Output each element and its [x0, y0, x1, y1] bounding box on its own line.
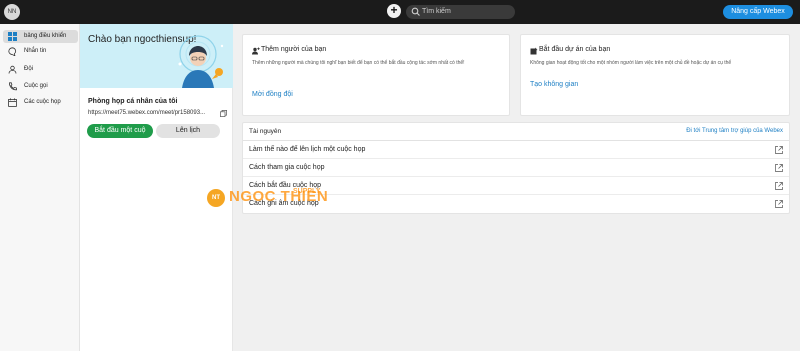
start-meeting-button[interactable]: Bắt đầu một cuộ [87, 124, 153, 138]
sidebar: bảng điều khiển Nhắn tin Đội Cuộc gọi Cá… [0, 24, 80, 351]
team-icon [8, 65, 17, 74]
add-people-card: Thêm người của bạn Thêm những người mà c… [242, 34, 510, 116]
sidebar-item-teams[interactable]: Đội [3, 63, 78, 76]
phone-icon [9, 82, 17, 91]
resource-row[interactable]: Cách ghi âm cuộc họp [243, 195, 789, 213]
personal-room-link[interactable]: https://meet75.webex.com/meet/pr158093..… [88, 110, 205, 116]
avatar[interactable]: NN [4, 4, 20, 20]
resource-label: Cách ghi âm cuộc họp [249, 200, 319, 207]
resources-title: Tài nguyên [249, 128, 282, 135]
invite-teammates-link[interactable]: Mời đồng đội [252, 91, 293, 98]
sidebar-item-messaging[interactable]: Nhắn tin [3, 45, 78, 58]
sidebar-item-label: bảng điều khiển [24, 33, 67, 39]
welcome-illustration-icon [178, 35, 224, 88]
search-icon [411, 7, 420, 16]
search-placeholder: Tìm kiếm [422, 8, 451, 15]
search-input[interactable]: Tìm kiếm [406, 5, 515, 19]
card-title: Bắt đầu dự án của bạn [539, 46, 611, 53]
add-person-icon [252, 47, 260, 55]
external-link-icon [775, 146, 783, 154]
project-icon [530, 47, 538, 55]
resource-row[interactable]: Cách tham gia cuộc họp [243, 159, 789, 177]
sidebar-item-label: Cuộc gọi [24, 83, 48, 89]
card-description: Không gian hoạt động tốt cho một nhóm ng… [530, 60, 732, 66]
calendar-icon [8, 98, 17, 107]
resource-label: Cách bắt đầu cuộc họp [249, 182, 321, 189]
create-space-link[interactable]: Tạo không gian [530, 81, 578, 88]
external-link-icon [775, 182, 783, 190]
resource-label: Làm thế nào để lên lịch một cuộc họp [249, 146, 366, 153]
personal-room-title: Phòng họp cá nhân của tôi [88, 98, 178, 105]
resources-card: Tài nguyên Đi tới Trung tâm trợ giúp của… [242, 122, 790, 214]
card-title: Thêm người của bạn [261, 46, 327, 53]
sidebar-item-label: Nhắn tin [24, 48, 47, 54]
welcome-banner: Chào bạn ngocthiensup! [80, 24, 233, 88]
resource-row[interactable]: Cách bắt đầu cuộc họp [243, 177, 789, 195]
sidebar-item-meetings[interactable]: Các cuộc họp [3, 96, 78, 109]
card-description: Thêm những người mà chúng tôi nghĩ bạn b… [252, 60, 465, 66]
chat-icon [8, 47, 17, 56]
dashboard-icon [8, 32, 17, 41]
upgrade-button[interactable]: Nâng cấp Webex [723, 5, 793, 19]
add-button[interactable]: + [387, 4, 401, 18]
sidebar-item-label: Các cuộc họp [24, 99, 61, 105]
start-project-card: Bắt đầu dự án của bạn Không gian hoạt độ… [520, 34, 790, 116]
welcome-panel: Chào bạn ngocthiensup! Phòng họp cá nhân… [80, 24, 233, 351]
help-center-link[interactable]: Đi tới Trung tâm trợ giúp của Webex [686, 128, 783, 134]
external-link-icon [775, 164, 783, 172]
resource-label: Cách tham gia cuộc họp [249, 164, 325, 171]
schedule-button[interactable]: Lên lịch [156, 124, 220, 138]
resource-row[interactable]: Làm thế nào để lên lịch một cuộc họp [243, 141, 789, 159]
external-link-icon [775, 200, 783, 208]
sidebar-item-dashboard[interactable]: bảng điều khiển [3, 30, 78, 43]
sidebar-item-label: Đội [24, 66, 34, 72]
copy-icon[interactable] [220, 110, 227, 117]
top-bar: NN + Tìm kiếm Nâng cấp Webex [0, 0, 800, 24]
sidebar-item-calling[interactable]: Cuộc gọi [3, 80, 78, 93]
